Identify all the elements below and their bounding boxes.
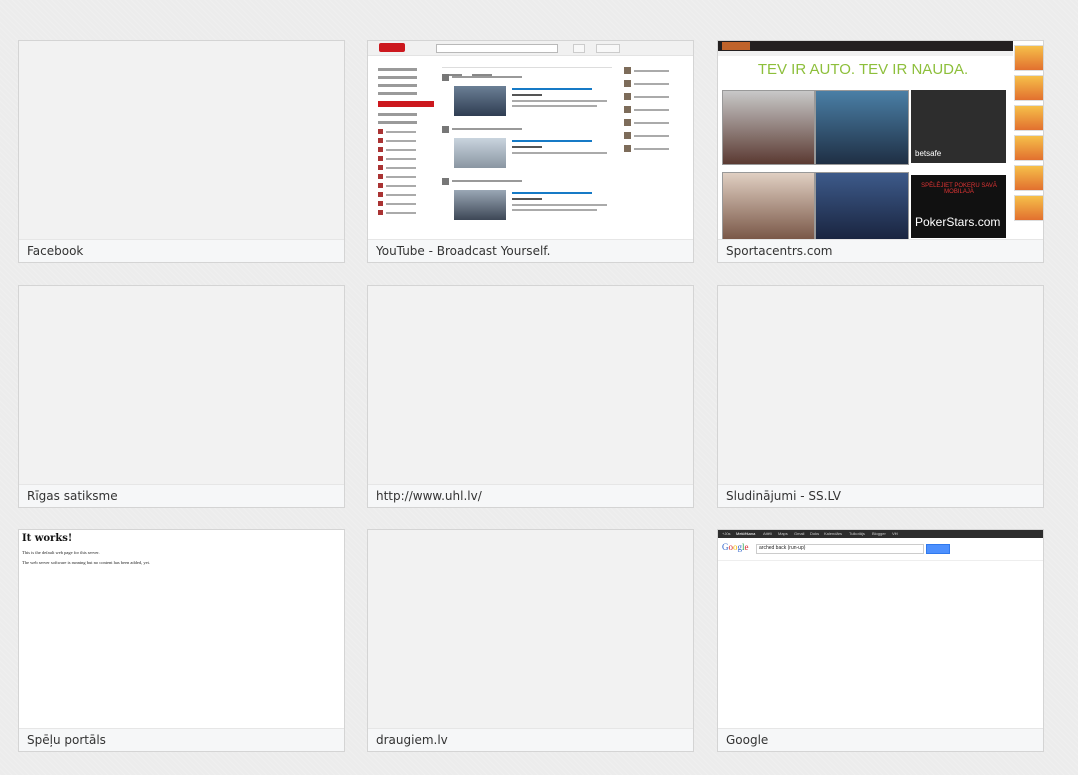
tile-ss-lv[interactable]: Sludinājumi - SS.LV [717,285,1044,508]
pokerstars-logo: PokerStars.com [915,215,1001,229]
tile-uhl[interactable]: http://www.uhl.lv/ [367,285,694,508]
sportacentrs-preview: TEV IR AUTO. TEV IR NAUDA. betsafe SPĒLĒ… [718,41,1043,239]
youtube-preview [368,41,693,239]
tile-caption: draugiem.lv [368,728,693,751]
poker-ad-text: SPĒLĒJIET POKERU SAVĀ MOBILAJĀ [921,183,997,195]
tile-thumbnail [19,41,344,239]
youtube-logo [379,43,405,52]
tile-sportacentrs[interactable]: TEV IR AUTO. TEV IR NAUDA. betsafe SPĒLĒ… [717,40,1044,263]
google-top-bar: +Jūs Meklēšana Attēli Maps Gmail Doks Ka… [718,530,1043,538]
tile-thumbnail [718,286,1043,484]
tile-thumbnail [19,286,344,484]
tile-rigas-satiksme[interactable]: Rīgas satiksme [18,285,345,508]
tile-thumbnail [368,530,693,728]
sportacentrs-logo [722,42,750,50]
tile-caption: Facebook [19,239,344,262]
it-works-preview: It works! This is the default web page f… [19,530,344,728]
tile-spelu-portals[interactable]: It works! This is the default web page f… [18,529,345,752]
it-works-title: It works! [22,533,73,544]
tile-caption: Sludinājumi - SS.LV [718,484,1043,507]
tile-facebook[interactable]: Facebook [18,40,345,263]
tile-youtube[interactable]: YouTube - Broadcast Yourself. [367,40,694,263]
tile-thumbnail: +Jūs Meklēšana Attēli Maps Gmail Doks Ka… [718,530,1043,728]
google-preview: +Jūs Meklēšana Attēli Maps Gmail Doks Ka… [718,530,1043,728]
ad-headline: TEV IR AUTO. TEV IR NAUDA. [757,61,969,78]
tile-caption: http://www.uhl.lv/ [368,484,693,507]
google-search-box: arched back (run-up) [756,544,924,554]
google-logo: Google [722,542,749,552]
tile-thumbnail [368,41,693,239]
tile-draugiem[interactable]: draugiem.lv [367,529,694,752]
tile-caption: Google [718,728,1043,751]
speed-dial-grid: Facebook YouTube - Broadcast Yourself. T… [18,40,1048,756]
it-works-line-1: This is the default web page for this se… [22,550,100,555]
betsafe-logo: betsafe [915,149,942,158]
tile-caption: YouTube - Broadcast Yourself. [368,239,693,262]
tile-google[interactable]: +Jūs Meklēšana Attēli Maps Gmail Doks Ka… [717,529,1044,752]
tile-caption: Spēļu portāls [19,728,344,751]
tile-thumbnail: It works! This is the default web page f… [19,530,344,728]
tile-thumbnail: TEV IR AUTO. TEV IR NAUDA. betsafe SPĒLĒ… [718,41,1043,239]
google-search-button [926,544,950,554]
it-works-line-2: The web server software is running but n… [22,560,150,565]
tile-caption: Sportacentrs.com [718,239,1043,262]
tile-caption: Rīgas satiksme [19,484,344,507]
tile-thumbnail [368,286,693,484]
